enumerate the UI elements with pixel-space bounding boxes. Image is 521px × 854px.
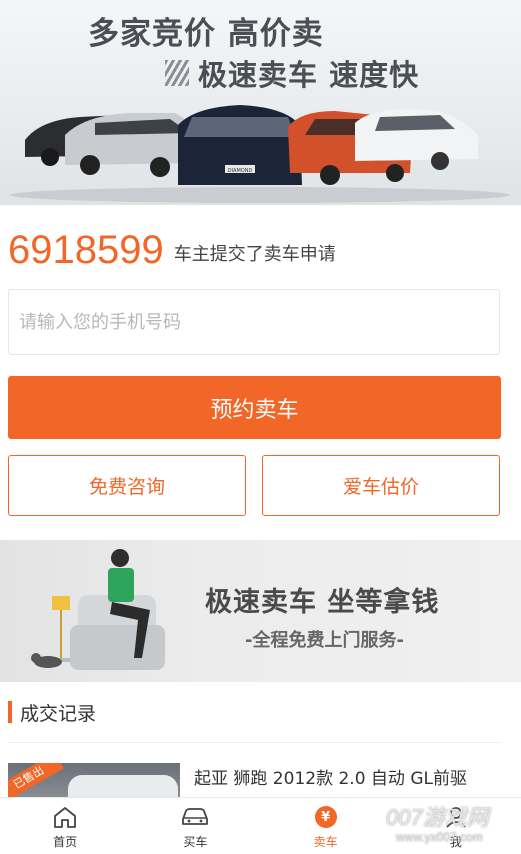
banner-headline-1: 多家竞价 高价卖 — [88, 16, 324, 52]
watermark-url: www.yx007.com — [396, 830, 483, 844]
tab-home-label: 首页 — [53, 835, 78, 849]
car-icon — [180, 804, 210, 830]
divider — [8, 742, 501, 743]
home-icon — [50, 804, 80, 830]
records-section-header: 成交记录 — [8, 698, 96, 726]
tab-sell[interactable]: ¥ 卖车 — [261, 798, 391, 854]
banner-plate-text: DIAMOND — [228, 168, 253, 174]
applications-count: 6918599 — [8, 228, 164, 272]
hero-banner[interactable]: 多家竞价 高价卖 极速卖车 速度快 DIAMOND — [0, 0, 521, 205]
banner-stripe-decoration — [165, 60, 189, 86]
yen-icon: ¥ — [311, 804, 341, 830]
promo-title: 极速卖车 坐等拿钱 — [205, 587, 440, 618]
tab-sell-label: 卖车 — [313, 835, 338, 849]
promo-subtitle: -全程免费上门服务- — [245, 630, 404, 651]
watermark-logo: 007游戏网 — [386, 805, 489, 830]
cars-illustration: DIAMOND — [10, 105, 510, 203]
promo-banner[interactable]: 极速卖车 坐等拿钱 -全程免费上门服务- — [0, 540, 521, 682]
section-accent-bar — [8, 701, 12, 723]
book-sell-button[interactable]: 预约卖车 — [8, 376, 501, 439]
free-consult-button[interactable]: 免费咨询 — [8, 455, 246, 516]
person-sofa-illustration — [31, 549, 165, 670]
applications-counter: 6918599 车主提交了卖车申请 — [8, 222, 336, 272]
car-valuation-button[interactable]: 爱车估价 — [262, 455, 500, 516]
tab-buy[interactable]: 买车 — [130, 798, 260, 854]
record-title[interactable]: 起亚 狮跑 2012款 2.0 自动 GL前驱 — [194, 764, 467, 789]
records-title: 成交记录 — [20, 702, 97, 725]
tab-home[interactable]: 首页 — [0, 798, 130, 854]
banner-headline-2: 极速卖车 速度快 — [198, 58, 420, 92]
applications-count-label: 车主提交了卖车申请 — [173, 244, 336, 265]
tab-buy-label: 买车 — [183, 835, 208, 849]
phone-number-input[interactable] — [8, 289, 500, 355]
